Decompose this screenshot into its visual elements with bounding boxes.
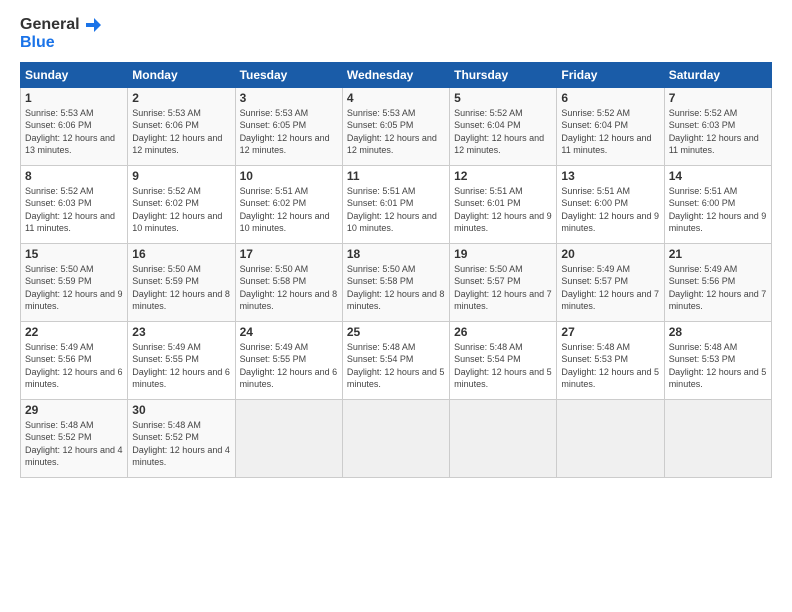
calendar-row: 22Sunrise: 5:49 AMSunset: 5:56 PMDayligh… xyxy=(21,321,772,399)
table-row xyxy=(450,399,557,477)
table-row xyxy=(342,399,449,477)
table-row: 3Sunrise: 5:53 AMSunset: 6:05 PMDaylight… xyxy=(235,87,342,165)
calendar-table: Sunday Monday Tuesday Wednesday Thursday… xyxy=(20,62,772,478)
logo-arrow-icon xyxy=(84,16,102,34)
table-row: 13Sunrise: 5:51 AMSunset: 6:00 PMDayligh… xyxy=(557,165,664,243)
logo: General Blue xyxy=(20,16,102,52)
table-row: 26Sunrise: 5:48 AMSunset: 5:54 PMDayligh… xyxy=(450,321,557,399)
table-row: 24Sunrise: 5:49 AMSunset: 5:55 PMDayligh… xyxy=(235,321,342,399)
table-row: 23Sunrise: 5:49 AMSunset: 5:55 PMDayligh… xyxy=(128,321,235,399)
table-row xyxy=(557,399,664,477)
table-row: 7Sunrise: 5:52 AMSunset: 6:03 PMDaylight… xyxy=(664,87,771,165)
table-row: 11Sunrise: 5:51 AMSunset: 6:01 PMDayligh… xyxy=(342,165,449,243)
table-row: 27Sunrise: 5:48 AMSunset: 5:53 PMDayligh… xyxy=(557,321,664,399)
logo-text: General Blue xyxy=(20,16,102,52)
table-row: 12Sunrise: 5:51 AMSunset: 6:01 PMDayligh… xyxy=(450,165,557,243)
col-sunday: Sunday xyxy=(21,62,128,87)
table-row: 15Sunrise: 5:50 AMSunset: 5:59 PMDayligh… xyxy=(21,243,128,321)
col-tuesday: Tuesday xyxy=(235,62,342,87)
calendar-row: 29Sunrise: 5:48 AMSunset: 5:52 PMDayligh… xyxy=(21,399,772,477)
page: General Blue Sunday Monday Tuesday Wedne… xyxy=(0,0,792,612)
table-row: 22Sunrise: 5:49 AMSunset: 5:56 PMDayligh… xyxy=(21,321,128,399)
table-row: 1Sunrise: 5:53 AMSunset: 6:06 PMDaylight… xyxy=(21,87,128,165)
header-row: Sunday Monday Tuesday Wednesday Thursday… xyxy=(21,62,772,87)
col-monday: Monday xyxy=(128,62,235,87)
table-row: 6Sunrise: 5:52 AMSunset: 6:04 PMDaylight… xyxy=(557,87,664,165)
col-thursday: Thursday xyxy=(450,62,557,87)
table-row: 25Sunrise: 5:48 AMSunset: 5:54 PMDayligh… xyxy=(342,321,449,399)
table-row: 8Sunrise: 5:52 AMSunset: 6:03 PMDaylight… xyxy=(21,165,128,243)
table-row: 9Sunrise: 5:52 AMSunset: 6:02 PMDaylight… xyxy=(128,165,235,243)
col-wednesday: Wednesday xyxy=(342,62,449,87)
table-row xyxy=(664,399,771,477)
header: General Blue xyxy=(20,16,772,52)
table-row: 19Sunrise: 5:50 AMSunset: 5:57 PMDayligh… xyxy=(450,243,557,321)
table-row: 16Sunrise: 5:50 AMSunset: 5:59 PMDayligh… xyxy=(128,243,235,321)
col-saturday: Saturday xyxy=(664,62,771,87)
calendar-row: 1Sunrise: 5:53 AMSunset: 6:06 PMDaylight… xyxy=(21,87,772,165)
table-row xyxy=(235,399,342,477)
table-row: 17Sunrise: 5:50 AMSunset: 5:58 PMDayligh… xyxy=(235,243,342,321)
table-row: 10Sunrise: 5:51 AMSunset: 6:02 PMDayligh… xyxy=(235,165,342,243)
table-row: 20Sunrise: 5:49 AMSunset: 5:57 PMDayligh… xyxy=(557,243,664,321)
col-friday: Friday xyxy=(557,62,664,87)
table-row: 4Sunrise: 5:53 AMSunset: 6:05 PMDaylight… xyxy=(342,87,449,165)
table-row: 2Sunrise: 5:53 AMSunset: 6:06 PMDaylight… xyxy=(128,87,235,165)
table-row: 18Sunrise: 5:50 AMSunset: 5:58 PMDayligh… xyxy=(342,243,449,321)
calendar-row: 15Sunrise: 5:50 AMSunset: 5:59 PMDayligh… xyxy=(21,243,772,321)
calendar-row: 8Sunrise: 5:52 AMSunset: 6:03 PMDaylight… xyxy=(21,165,772,243)
table-row: 21Sunrise: 5:49 AMSunset: 5:56 PMDayligh… xyxy=(664,243,771,321)
table-row: 28Sunrise: 5:48 AMSunset: 5:53 PMDayligh… xyxy=(664,321,771,399)
table-row: 30Sunrise: 5:48 AMSunset: 5:52 PMDayligh… xyxy=(128,399,235,477)
table-row: 29Sunrise: 5:48 AMSunset: 5:52 PMDayligh… xyxy=(21,399,128,477)
table-row: 5Sunrise: 5:52 AMSunset: 6:04 PMDaylight… xyxy=(450,87,557,165)
table-row: 14Sunrise: 5:51 AMSunset: 6:00 PMDayligh… xyxy=(664,165,771,243)
